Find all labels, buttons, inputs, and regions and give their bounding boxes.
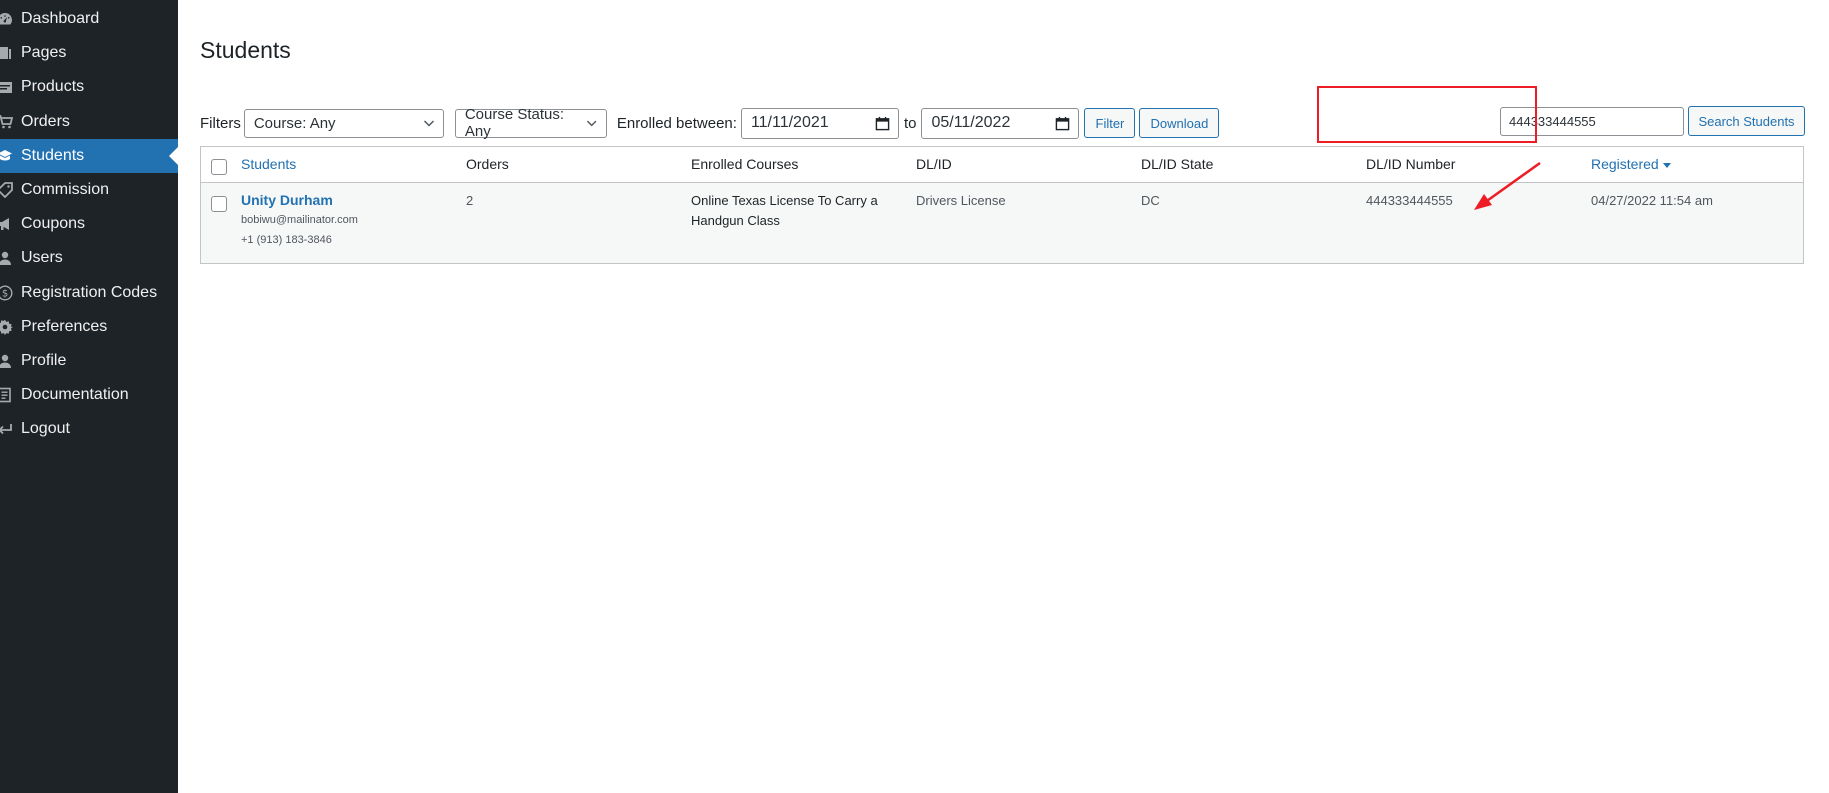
select-all-checkbox[interactable] (211, 159, 227, 175)
sidebar-item-label: Profile (21, 351, 67, 369)
sidebar-item-logout[interactable]: Logout (0, 412, 178, 446)
filters-label: Filters (200, 114, 241, 132)
sort-desc-icon (1662, 162, 1671, 168)
products-icon (0, 79, 13, 95)
sidebar-item-label: Orders (21, 112, 70, 130)
course-status-select[interactable]: Course Status: Any (454, 106, 607, 140)
sidebar-item-label: Users (21, 249, 63, 267)
student-email: bobiwu@mailinator.com (241, 214, 358, 226)
student-cell: Unity Durham bobiwu@mailinator.com +1 (9… (241, 190, 358, 250)
main-content: Students Filters Course: Any Course Stat… (178, 0, 1829, 793)
sidebar-item-dashboard[interactable]: Dashboard (0, 2, 178, 36)
sidebar-item-pages[interactable]: Pages (0, 36, 178, 70)
registered-header-label: Registered (1591, 156, 1659, 172)
megaphone-icon (0, 216, 13, 232)
chevron-down-icon (423, 120, 434, 127)
course-select[interactable]: Course: Any (243, 108, 444, 138)
sidebar-item-coupons[interactable]: Coupons (0, 207, 178, 241)
row-checkbox[interactable] (211, 196, 227, 212)
course-line-1: Online Texas License To Carry a (691, 193, 878, 208)
sidebar-item-users[interactable]: Users (0, 241, 178, 275)
filters-bar: Filters Course: Any Course Status: Any E… (200, 106, 1220, 140)
course-status-select-value: Course Status: Any (464, 106, 565, 140)
search-box: 444333444555 Search Students (1500, 106, 1805, 136)
sidebar-item-label: Pages (21, 44, 67, 62)
admin-menu: Dashboard Pages Products Orders Students (0, 0, 178, 446)
filter-button[interactable]: Filter (1084, 108, 1136, 138)
table-header-row: Students Orders Enrolled Courses DL/ID D… (201, 147, 1803, 183)
students-icon (0, 148, 13, 164)
column-header-dl-id-number: DL/ID Number (1366, 156, 1456, 172)
user-icon (0, 250, 13, 266)
profile-icon (0, 353, 13, 369)
column-header-enrolled-courses: Enrolled Courses (691, 156, 799, 172)
registered-cell: 04/27/2022 11:54 am (1591, 193, 1713, 208)
sidebar-item-label: Coupons (21, 215, 86, 233)
sidebar-item-profile[interactable]: Profile (0, 344, 178, 378)
orders-cell: 2 (466, 193, 474, 208)
logout-icon (0, 421, 13, 437)
column-header-registered[interactable]: Registered (1591, 156, 1671, 172)
admin-sidebar: Dashboard Pages Products Orders Students (0, 0, 178, 793)
search-students-button[interactable]: Search Students (1688, 106, 1805, 136)
student-name-link[interactable]: Unity Durham (241, 190, 358, 210)
enrolled-to-date-input[interactable]: 05/11/2022 (921, 107, 1080, 139)
sidebar-item-preferences[interactable]: Preferences (0, 310, 178, 344)
sidebar-item-label: Logout (21, 420, 70, 438)
sidebar-item-students[interactable]: Students (0, 138, 178, 173)
download-button[interactable]: Download (1139, 108, 1220, 138)
dl-id-cell: Drivers License (916, 193, 1006, 208)
enrolled-between-label: Enrolled between: (616, 114, 737, 132)
date-from-value: 11/11/2021 (750, 114, 829, 131)
dl-state-cell: DC (1141, 193, 1160, 208)
dashboard-icon (0, 11, 13, 27)
student-phone: +1 (913) 183-3846 (241, 234, 332, 246)
enrolled-from-date-input[interactable]: 11/11/2021 (740, 107, 899, 139)
annotation-arrow-icon (1474, 161, 1541, 210)
date-to-value: 05/11/2022 (931, 114, 1011, 131)
sidebar-item-label: Dashboard (21, 10, 100, 28)
tag-icon (0, 182, 13, 199)
sidebar-item-label: Products (21, 78, 85, 96)
sidebar-item-label: Documentation (21, 386, 129, 404)
course-select-value: Course: Any (253, 114, 336, 132)
table-row: Unity Durham bobiwu@mailinator.com +1 (9… (201, 183, 1803, 263)
column-header-dl-id: DL/ID (916, 156, 952, 172)
gear-icon (0, 319, 13, 335)
enrolled-courses-cell: Online Texas License To Carry a Handgun … (691, 191, 878, 231)
column-header-orders: Orders (466, 156, 509, 172)
sidebar-item-documentation[interactable]: Documentation (0, 378, 178, 412)
sidebar-item-commission[interactable]: Commission (0, 173, 178, 207)
calendar-icon[interactable] (875, 116, 890, 131)
sidebar-item-orders[interactable]: Orders (0, 105, 178, 139)
column-header-students[interactable]: Students (241, 156, 296, 172)
sidebar-item-label: Commission (21, 181, 110, 199)
column-header-dl-id-state: DL/ID State (1141, 156, 1214, 172)
students-table: Students Orders Enrolled Courses DL/ID D… (200, 146, 1804, 264)
document-icon (0, 387, 13, 403)
cart-icon (0, 114, 13, 130)
course-line-2: Handgun Class (691, 213, 780, 228)
sidebar-item-label: Registration Codes (21, 283, 158, 301)
chevron-down-icon (587, 120, 597, 127)
dl-number-cell: 444333444555 (1366, 193, 1453, 208)
sidebar-item-products[interactable]: Products (0, 70, 178, 104)
dollar-icon: $ (0, 285, 13, 301)
sidebar-item-label: Students (21, 146, 85, 164)
to-label: to (903, 114, 917, 132)
pages-icon (0, 45, 13, 61)
svg-text:$: $ (2, 288, 8, 299)
annotation-highlight-box (1317, 86, 1537, 143)
sidebar-item-registration-codes[interactable]: $ Registration Codes (0, 276, 178, 310)
calendar-icon[interactable] (1055, 116, 1070, 131)
page-title: Students (200, 37, 291, 63)
sidebar-item-label: Preferences (21, 317, 108, 335)
